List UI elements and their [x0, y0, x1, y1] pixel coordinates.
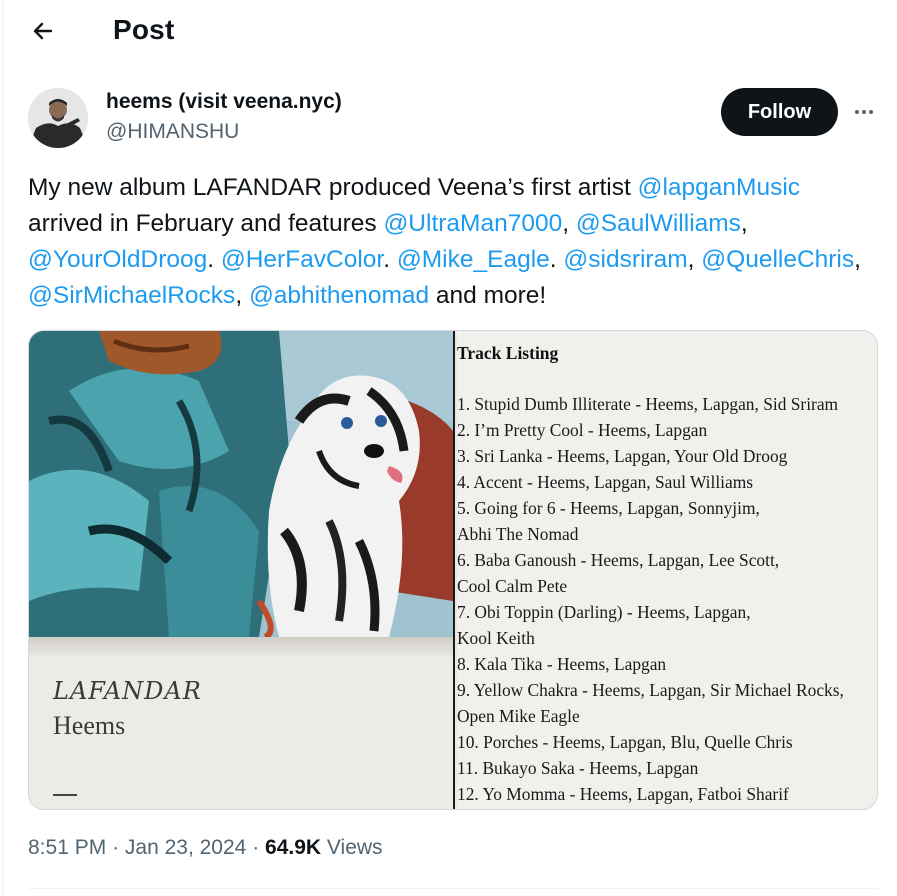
track-line: 11. Bukayo Saka - Heems, Lapgan	[457, 758, 699, 778]
track-line: 10. Porches - Heems, Lapgan, Blu, Quelle…	[457, 732, 793, 752]
mention-link[interactable]: @YourOldDroog	[28, 246, 207, 273]
tweet-text-segment: My new album LAFANDAR produced Veena’s f…	[28, 174, 638, 201]
tweet-text-segment: .	[207, 246, 221, 273]
more-horizontal-icon	[855, 110, 873, 114]
tweet-text-segment: ,	[854, 246, 861, 273]
follow-button[interactable]: Follow	[721, 88, 838, 136]
tweet-text-segment: .	[549, 246, 564, 273]
back-button[interactable]	[24, 14, 62, 48]
mention-link[interactable]: @lapganMusic	[638, 174, 800, 201]
mention-link[interactable]: @SirMichaelRocks	[28, 282, 235, 309]
mention-link[interactable]: @sidsriram	[563, 246, 687, 273]
mention-link[interactable]: @QuelleChris	[701, 246, 854, 273]
track-line: 1. Stupid Dumb Illiterate - Heems, Lapga…	[457, 394, 839, 414]
tweet-text-segment: ,	[740, 210, 748, 237]
post-meta: 8:51 PM · Jan 23, 2024 · 64.9K Views	[28, 836, 383, 860]
mention-link[interactable]: @SaulWilliams	[576, 210, 741, 237]
post-date[interactable]: Jan 23, 2024	[125, 836, 246, 859]
track-line: Kool Keith	[457, 628, 535, 648]
track-line: 8. Kala Tika - Heems, Lapgan	[457, 654, 667, 674]
author-display-name[interactable]: heems (visit veena.nyc)	[106, 90, 342, 114]
meta-separator: ·	[252, 836, 260, 859]
tweet-text-segment: ,	[562, 210, 576, 237]
column-border	[2, 0, 3, 896]
author-handle[interactable]: @HIMANSHU	[106, 120, 239, 144]
track-line: 5. Going for 6 - Heems, Lapgan, Sonnyjim…	[457, 498, 760, 518]
views-label: Views	[326, 836, 383, 859]
page-header: Post	[0, 0, 897, 62]
album-cover-painting	[29, 331, 453, 637]
track-line: 6. Baba Ganoush - Heems, Lapgan, Lee Sco…	[457, 550, 780, 570]
post-time[interactable]: 8:51 PM	[28, 836, 106, 859]
views-count: 64.9K	[265, 836, 322, 859]
tweet-media[interactable]: LAFANDAR Heems Track Listing 1. Stupid D…	[28, 330, 878, 810]
avatar[interactable]	[28, 88, 88, 148]
track-line: 7. Obi Toppin (Darling) - Heems, Lapgan,	[457, 602, 751, 622]
page-title: Post	[113, 14, 175, 45]
tweet-text-segment: ,	[235, 282, 249, 309]
cover-dash	[53, 794, 77, 796]
mention-link[interactable]: @Mike_Eagle	[397, 246, 550, 273]
mention-link[interactable]: @HerFavColor	[221, 246, 383, 273]
tracklist-heading: Track Listing	[457, 343, 559, 363]
tracklist: 1. Stupid Dumb Illiterate - Heems, Lapga…	[457, 391, 877, 807]
mention-link[interactable]: @abhithenomad	[249, 282, 429, 309]
tweet-text-segment: and more!	[429, 282, 547, 309]
tweet-text-segment: .	[383, 246, 397, 273]
tracklist-panel: Track Listing 1. Stupid Dumb Illiterate …	[457, 331, 877, 809]
track-line: Cool Calm Pete	[457, 576, 568, 596]
mention-link[interactable]: @UltraMan7000	[383, 210, 562, 237]
track-line: Abhi The Nomad	[457, 524, 579, 544]
tweet-text: My new album LAFANDAR produced Veena’s f…	[28, 170, 878, 314]
album-cover: LAFANDAR Heems	[29, 331, 453, 809]
tweet-text-segment: arrived in February and features	[28, 210, 384, 237]
track-line: 12. Yo Momma - Heems, Lapgan, Fatboi Sha…	[457, 784, 789, 804]
more-button[interactable]	[848, 96, 880, 128]
album-title: LAFANDAR	[53, 677, 202, 705]
divider-line	[453, 331, 455, 809]
bottom-divider	[28, 888, 878, 889]
arrow-left-icon	[33, 22, 53, 40]
meta-separator: ·	[112, 836, 120, 859]
tweet-text-segment: ,	[687, 246, 702, 273]
cover-shadow	[29, 637, 453, 659]
track-line: 9. Yellow Chakra - Heems, Lapgan, Sir Mi…	[457, 680, 844, 700]
album-artist: Heems	[53, 711, 126, 740]
track-line: 2. I’m Pretty Cool - Heems, Lapgan	[457, 420, 708, 440]
track-line: 4. Accent - Heems, Lapgan, Saul Williams	[457, 472, 753, 492]
track-line: Open Mike Eagle	[457, 706, 580, 726]
track-line: 3. Sri Lanka - Heems, Lapgan, Your Old D…	[457, 446, 788, 466]
